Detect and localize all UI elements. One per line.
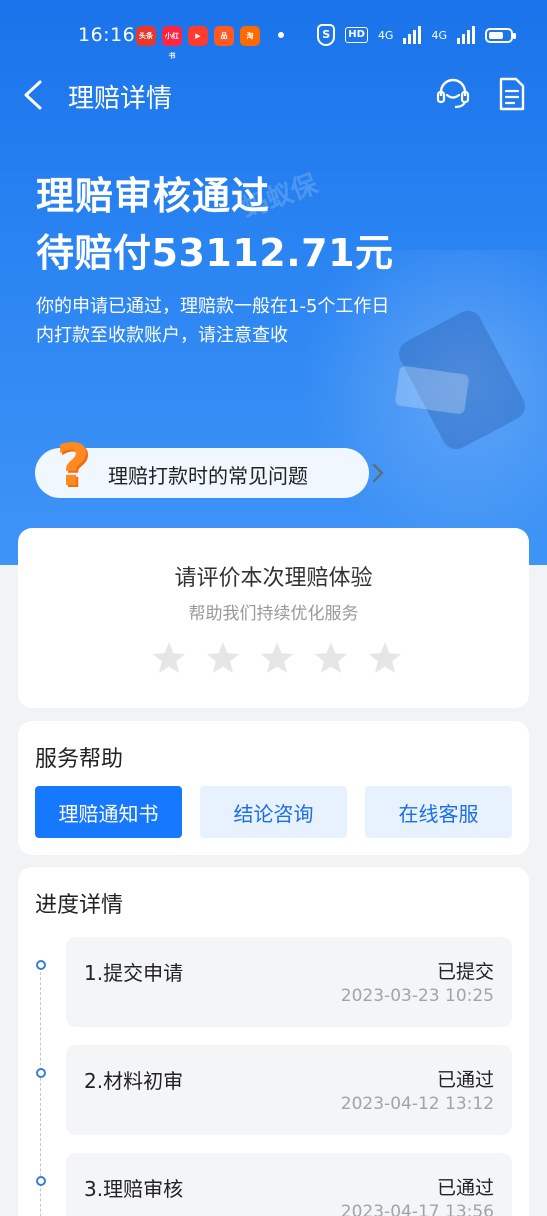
faq-link-label: 理赔打款时的常见问题 [108, 464, 308, 488]
claim-notice-button[interactable]: 理赔通知书 [35, 786, 182, 838]
question-mark-icon: ? [56, 431, 90, 499]
claim-amount-title: 待赔付53112.71元 [36, 231, 394, 275]
service-buttons: 理赔通知书 结论咨询 在线客服 [35, 786, 512, 838]
timeline-dot-2 [36, 1068, 46, 1078]
timeline-dot-1 [36, 960, 46, 970]
online-service-button[interactable]: 在线客服 [365, 786, 512, 838]
network-4g-label-2: 4G [431, 28, 447, 42]
status-bar: 16:16 头条 小红书 ▶ 品 淘 S HD 4G 4G [0, 0, 547, 62]
faq-link-button[interactable]: ? 理赔打款时的常见问题 [35, 434, 383, 498]
document-icon[interactable] [497, 76, 527, 112]
app-badge-xiaohongshu-icon: 小红书 [162, 26, 182, 60]
app-badge-taobao-icon: 淘 [240, 26, 260, 46]
signal-icon [403, 26, 422, 44]
app-badge-pinduoduo-icon: 品 [214, 26, 234, 46]
progress-card: 进度详情 1.提交申请 已提交 2023-03-23 10:25 2.材料初审 … [18, 867, 529, 1216]
star-rating [151, 640, 403, 676]
hd-voice-icon: HD [345, 27, 368, 43]
service-help-title: 服务帮助 [35, 747, 124, 772]
claim-status-title: 理赔审核通过 [36, 174, 271, 218]
progress-title: 进度详情 [35, 893, 124, 918]
rating-subtitle: 帮助我们持续优化服务 [188, 604, 359, 624]
network-4g-label-1: 4G [377, 28, 394, 42]
timeline-dot-3 [36, 1176, 46, 1186]
progress-step: 2.材料初审 已通过 2023-04-12 13:12 [66, 1045, 512, 1135]
app-badge-toutiao-icon: 头条 [136, 26, 156, 46]
star-icon-3[interactable] [259, 640, 295, 676]
rating-card: 请评价本次理赔体验 帮助我们持续优化服务 [18, 528, 529, 708]
status-indicators: S HD 4G 4G [317, 24, 516, 46]
progress-step: 1.提交申请 已提交 2023-03-23 10:25 [66, 937, 512, 1027]
step-name: 3.理赔审核 [84, 1177, 184, 1201]
customer-service-headset-icon[interactable] [436, 76, 470, 110]
step-time: 2023-04-17 13:56 [340, 1202, 494, 1216]
service-help-card: 服务帮助 理赔通知书 结论咨询 在线客服 [18, 721, 529, 855]
progress-step: 3.理赔审核 已通过 2023-04-17 13:56 [66, 1153, 512, 1216]
security-shield-icon: S [317, 24, 336, 46]
back-arrow-icon[interactable] [20, 78, 50, 112]
claim-description: 你的申请已通过，理赔款一般在1-5个工作日内打款至收款账户，请注意查收 [36, 296, 390, 346]
chevron-right-icon [373, 464, 383, 482]
step-status: 已通过 [436, 1177, 494, 1199]
page-title: 理赔详情 [68, 84, 173, 114]
step-name: 1.提交申请 [84, 961, 184, 985]
step-status: 已通过 [436, 1069, 494, 1091]
star-icon-2[interactable] [205, 640, 241, 676]
nav-bar: 理赔详情 [0, 70, 547, 120]
step-time: 2023-04-12 13:12 [340, 1094, 494, 1114]
status-time: 16:16 [78, 24, 136, 46]
step-name: 2.材料初审 [84, 1069, 184, 1093]
battery-icon [485, 27, 516, 43]
step-status: 已提交 [436, 961, 494, 983]
hero-banner: 蚂蚁保 16:16 头条 小红书 ▶ 品 淘 S HD 4G 4G 理赔详情 理… [0, 0, 547, 565]
signal-icon-2 [457, 26, 475, 44]
step-time: 2023-03-23 10:25 [340, 986, 494, 1006]
rating-title: 请评价本次理赔体验 [174, 566, 373, 591]
star-icon-1[interactable] [151, 640, 187, 676]
app-badge-video-icon: ▶ [188, 26, 208, 46]
star-icon-4[interactable] [313, 640, 349, 676]
conclusion-consult-button[interactable]: 结论咨询 [200, 786, 347, 838]
star-icon-5[interactable] [367, 640, 403, 676]
notification-dot-icon [278, 32, 284, 38]
